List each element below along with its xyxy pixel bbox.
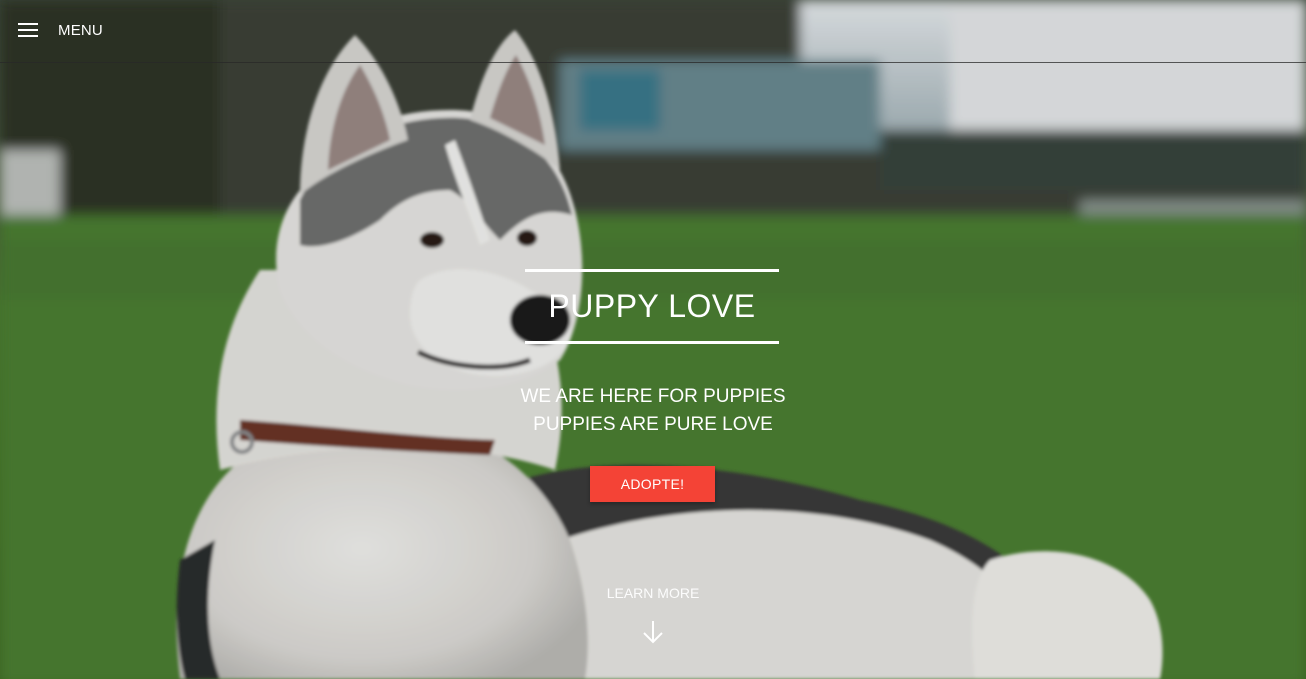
top-navbar: MENU bbox=[0, 0, 1306, 63]
hamburger-icon bbox=[18, 23, 38, 37]
learn-more-link[interactable]: LEARN MORE bbox=[553, 585, 753, 645]
hero-section: MENU PUPPY LOVE WE ARE HERE FOR PUPPIES … bbox=[0, 0, 1306, 679]
menu-button[interactable]: MENU bbox=[18, 18, 103, 42]
title-frame: PUPPY LOVE bbox=[525, 269, 779, 344]
arrow-down-icon[interactable] bbox=[641, 619, 665, 645]
page-title: PUPPY LOVE bbox=[548, 288, 756, 324]
learn-more-label: LEARN MORE bbox=[606, 585, 700, 601]
menu-label: MENU bbox=[58, 21, 103, 39]
hero-subtitle: WE ARE HERE FOR PUPPIES PUPPIES ARE PURE… bbox=[453, 383, 853, 439]
subtitle-line-1: WE ARE HERE FOR PUPPIES bbox=[520, 386, 786, 407]
subtitle-line-2: PUPPIES ARE PURE LOVE bbox=[533, 414, 773, 435]
adopt-button[interactable]: ADOPTE! bbox=[590, 466, 715, 502]
